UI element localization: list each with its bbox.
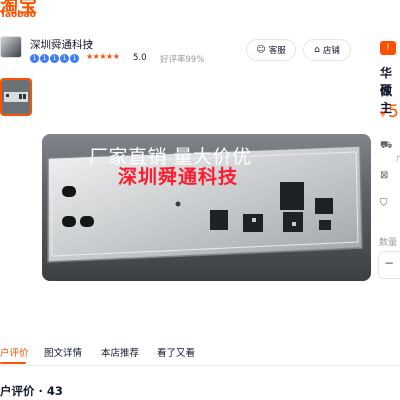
shield-icon: ⛉ [380, 198, 388, 209]
shop-button-label: 店铺 [322, 46, 340, 56]
shop-score: 5.0 [133, 53, 147, 63]
badge-icon: 1 [50, 54, 59, 63]
smile-icon: ☺ [256, 45, 266, 55]
shop-button[interactable]: ⌂ 店铺 [303, 39, 351, 61]
active-tab-indicator [0, 362, 26, 364]
tab-shop-recommend[interactable]: 本店推荐 [101, 345, 139, 359]
badge-icon: 1 [70, 54, 79, 63]
tab-details[interactable]: 图文详情 [44, 345, 82, 359]
customer-service-label: 客服 [268, 46, 286, 56]
alert-tag-icon: ! [380, 41, 396, 55]
truck-icon: ⛟ [380, 140, 393, 151]
shop-name-link[interactable]: 深圳舜通科技 [30, 37, 93, 52]
price-currency: ¥ [380, 110, 386, 120]
box-icon: ⊠ [380, 170, 389, 181]
badge-icon: 1 [30, 54, 39, 63]
taobao-logo-en: Taobao [0, 10, 36, 20]
star-rating-icon: ★★★★★ [86, 52, 120, 61]
promo-text-line2: 深圳舜通科技 [118, 166, 239, 188]
quantity-minus-button[interactable]: − [384, 256, 394, 270]
chevron-right-icon[interactable]: › [89, 36, 93, 49]
good-rate: 好评率99% [160, 55, 205, 65]
badge-icon: 1 [40, 54, 49, 63]
shipping-origin: 广 [396, 155, 400, 163]
divider [0, 365, 400, 366]
reviews-heading: 户评价 · 43 [0, 384, 63, 398]
thumbnail-image [2, 80, 30, 114]
shop-level-badges: 1 1 1 1 1 [30, 54, 79, 63]
tab-also-viewed[interactable]: 看了又看 [157, 345, 195, 359]
shop-avatar[interactable] [0, 36, 22, 58]
tab-reviews[interactable]: 户评价 [0, 345, 29, 359]
gallery-thumbnail[interactable] [0, 78, 32, 116]
detail-tabs: 户评价 图文详情 本店推荐 看了又看 [0, 340, 400, 364]
customer-service-button[interactable]: ☺ 客服 [246, 39, 296, 61]
product-price: 5 [388, 102, 399, 122]
quantity-label: 数量 [379, 238, 398, 248]
store-icon: ⌂ [314, 45, 320, 55]
badge-icon: 1 [60, 54, 69, 63]
